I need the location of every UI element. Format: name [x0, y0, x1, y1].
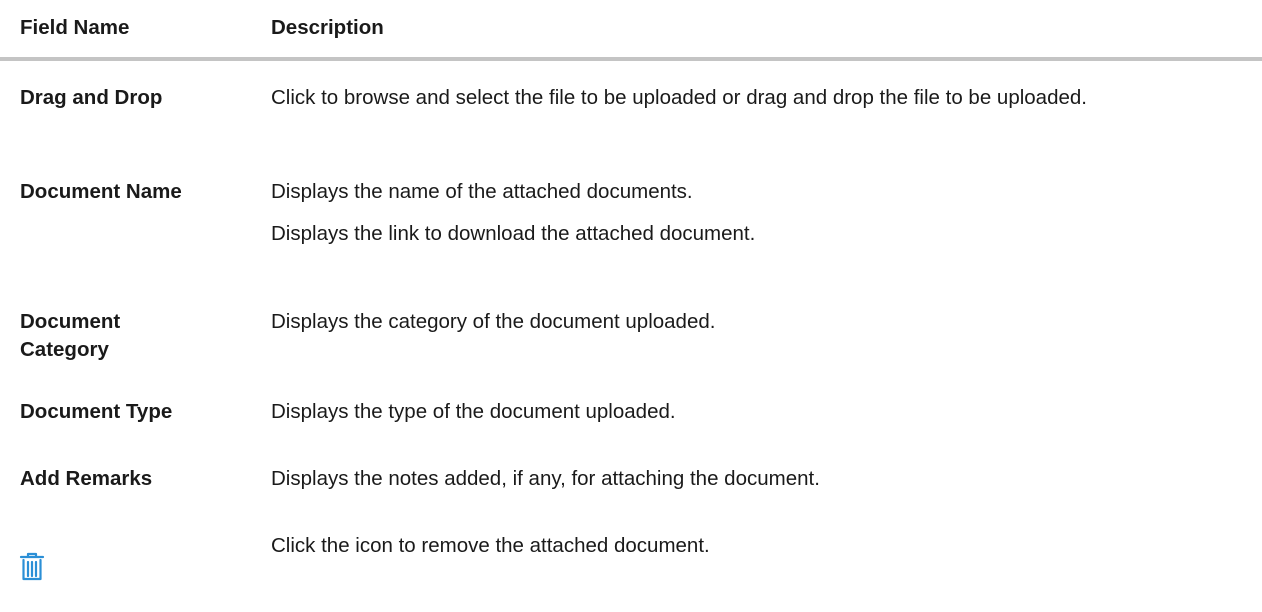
trash-icon[interactable]	[19, 552, 45, 582]
description-text: Click to browse and select the file to b…	[271, 86, 1087, 109]
row-field-name: Document Category	[20, 310, 121, 361]
description-text: Click the icon to remove the attached do…	[271, 534, 710, 557]
description-text: Displays the name of the attached docume…	[271, 180, 693, 203]
row-description: Displays the category of the document up…	[271, 308, 1242, 336]
row-description: Click to browse and select the file to b…	[271, 84, 1242, 112]
description-text: Displays the type of the document upload…	[271, 400, 676, 423]
description-text: Displays the category of the document up…	[271, 310, 716, 333]
header-divider	[0, 57, 1262, 61]
header-description: Description	[271, 16, 384, 39]
table-header: Field Name Description	[0, 0, 1262, 61]
row-description: Displays the type of the document upload…	[271, 398, 1242, 426]
description-text: Displays the link to download the attach…	[271, 222, 756, 245]
row-description: Displays the notes added, if any, for at…	[271, 465, 1242, 493]
row-field-name: Drag and Drop	[20, 86, 163, 109]
row-description: Click the icon to remove the attached do…	[271, 532, 1242, 560]
row-field-name: Add Remarks	[20, 467, 153, 490]
row-field-name: Document Type	[20, 400, 173, 423]
row-description: Displays the name of the attached docume…	[271, 178, 1242, 248]
description-text: Displays the notes added, if any, for at…	[271, 467, 820, 490]
row-field-name: Document Name	[20, 180, 182, 203]
header-field-name: Field Name	[20, 16, 130, 39]
